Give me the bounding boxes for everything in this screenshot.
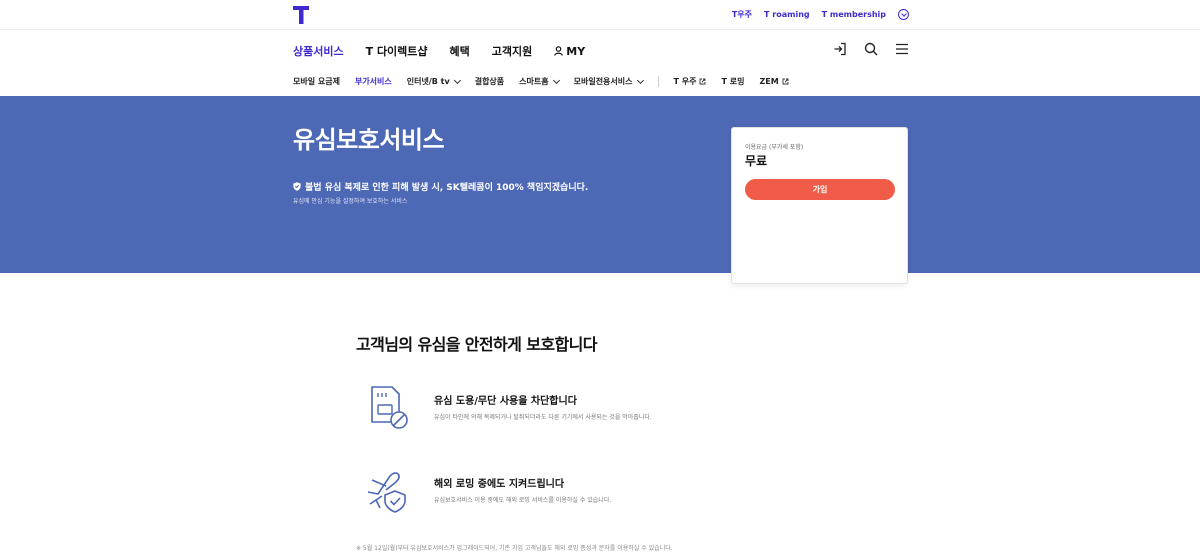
- external-link-icon: [782, 78, 789, 85]
- hero-subtitle: 유심에 안심 기능을 설정하여 보호하는 서비스: [293, 198, 408, 205]
- sim-block-icon: [371, 386, 408, 429]
- footnote: ※ 5월 12일(월)부터 유심보호서비스가 업그레이드되어, 기존 가입 고객…: [356, 545, 673, 552]
- t-logo-icon[interactable]: [293, 6, 309, 24]
- sub-nav-mobile-only-label: 모바일전용서비스: [573, 77, 633, 86]
- utility-link-t-universe[interactable]: T우주: [732, 9, 752, 20]
- page-title: 유심보호서비스: [293, 126, 445, 154]
- user-icon: [554, 46, 564, 56]
- section-title: 고객님의 유심을 안전하게 보호합니다: [356, 335, 597, 354]
- price-value: 무료: [745, 154, 768, 168]
- chevron-down-circle-icon[interactable]: [898, 9, 909, 20]
- main-nav-support[interactable]: 고객지원: [492, 43, 532, 59]
- sub-nav-addon-services[interactable]: 부가서비스: [355, 76, 392, 87]
- join-button[interactable]: 가입: [745, 179, 895, 200]
- utility-bar: T우주 T roaming T membership: [0, 0, 1200, 30]
- chevron-down-icon: [636, 76, 644, 84]
- menu-icon[interactable]: [895, 42, 909, 56]
- feature-title: 유심 도용/무단 사용을 차단합니다: [434, 396, 577, 407]
- hero-notice: 불법 유심 복제로 인한 피해 발생 시, SK텔레콤이 100% 책임지겠습니…: [293, 180, 588, 193]
- utility-link-t-roaming[interactable]: T roaming: [764, 10, 810, 19]
- feature-text: 유심 도용/무단 사용을 차단합니다 유심이 타인에 의해 복제되거나 탈취되더…: [434, 383, 652, 433]
- feature-item-roaming: 해외 로밍 중에도 지켜드립니다 유심보호서비스 이용 중에도 해외 로밍 서비…: [362, 466, 611, 516]
- main-nav-products[interactable]: 상품서비스: [293, 43, 344, 59]
- plane-shield-icon: [367, 472, 406, 513]
- nav-icon-group: [833, 42, 909, 56]
- sub-nav-divider: [657, 76, 659, 87]
- chevron-down-icon: [552, 76, 560, 84]
- sub-nav-mobile-only[interactable]: 모바일전용서비스: [573, 76, 644, 87]
- sub-nav-smart-home[interactable]: 스마트홈: [519, 76, 560, 87]
- external-link-icon: [700, 78, 706, 85]
- feature-text: 해외 로밍 중에도 지켜드립니다 유심보호서비스 이용 중에도 해외 로밍 서비…: [434, 466, 611, 516]
- sub-nav-zem-label: ZEM: [759, 77, 779, 86]
- main-nav-benefits[interactable]: 혜택: [450, 43, 470, 59]
- sub-nav-mobile-plan[interactable]: 모바일 요금제: [293, 76, 340, 87]
- feature-title: 해외 로밍 중에도 지켜드립니다: [434, 479, 565, 490]
- sub-nav-zem[interactable]: ZEM: [759, 77, 789, 86]
- login-icon[interactable]: [833, 42, 847, 56]
- sub-nav-bundle[interactable]: 결합상품: [475, 76, 504, 87]
- main-nav-direct-shop[interactable]: T 다이렉트샵: [366, 43, 428, 59]
- sub-nav-t-universe[interactable]: T 우주: [674, 76, 707, 87]
- search-icon[interactable]: [864, 42, 878, 56]
- main-nav: 상품서비스 T 다이렉트샵 혜택 고객지원 MY: [293, 43, 585, 59]
- chevron-down-icon: [453, 76, 461, 84]
- utility-link-t-membership[interactable]: T membership: [822, 10, 886, 19]
- main-nav-my[interactable]: MY: [554, 43, 585, 59]
- sub-nav-t-roaming[interactable]: T 로밍: [721, 76, 744, 87]
- sub-nav-smart-home-label: 스마트홈: [519, 77, 549, 86]
- feature-desc: 유심이 타인에 의해 복제되거나 탈취되더라도 다른 기기에서 사용되는 것을 …: [434, 414, 652, 421]
- shield-check-icon: [293, 182, 301, 191]
- sub-nav: 모바일 요금제 부가서비스 인터넷/B tv 결합상품 스마트홈 모바일전용서비…: [293, 76, 789, 87]
- feature-desc: 유심보호서비스 이용 중에도 해외 로밍 서비스를 이용하실 수 있습니다.: [434, 497, 612, 504]
- utility-links: T우주 T roaming T membership: [732, 9, 909, 20]
- hero-banner: 유심보호서비스 불법 유심 복제로 인한 피해 발생 시, SK텔레콤이 100…: [0, 96, 1200, 273]
- sub-nav-internet-btv-label: 인터넷/B tv: [406, 77, 450, 86]
- price-label: 이용요금 (부가세 포함): [745, 144, 804, 151]
- hero-notice-text: 불법 유심 복제로 인한 피해 발생 시, SK텔레콤이 100% 책임지겠습니…: [305, 183, 589, 193]
- sub-nav-t-universe-label: T 우주: [673, 77, 697, 86]
- sub-nav-internet-btv[interactable]: 인터넷/B tv: [406, 76, 461, 87]
- main-nav-my-label: MY: [566, 44, 586, 58]
- price-card: 이용요금 (부가세 포함) 무료 가입: [731, 127, 908, 284]
- feature-item-sim-block: 유심 도용/무단 사용을 차단합니다 유심이 타인에 의해 복제되거나 탈취되더…: [362, 383, 652, 433]
